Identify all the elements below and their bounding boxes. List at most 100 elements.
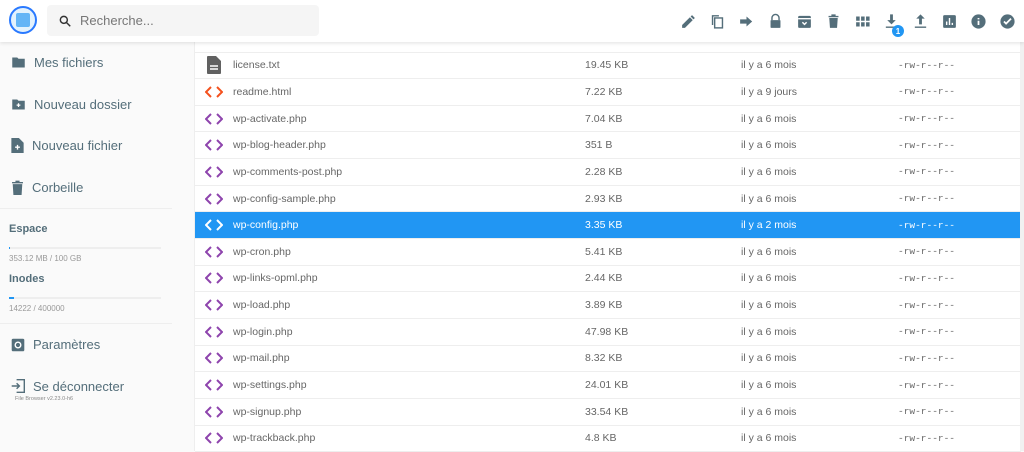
space-label: Espace xyxy=(9,223,48,235)
file-name: wp-mail.php xyxy=(233,352,290,365)
file-permissions: -rw-r--r-- xyxy=(898,59,956,71)
file-size: 7.04 KB xyxy=(585,112,623,125)
file-row[interactable]: wp-settings.php 24.01 KB il y a 6 mois -rw-… xyxy=(195,372,1021,399)
search-input[interactable]: Recherche... xyxy=(47,5,319,36)
file-size: 8.32 KB xyxy=(585,352,623,365)
file-size: 4.8 KB xyxy=(585,432,617,445)
file-row[interactable]: wp-comments-post.php 2.28 KB il y a 6 mois… xyxy=(195,159,1021,186)
file-date: il y a 6 mois xyxy=(741,112,797,125)
search-placeholder: Recherche... xyxy=(80,13,154,28)
file-row[interactable]: wp-trackback.php 4.8 KB il y a 6 mois -rw-r… xyxy=(195,426,1021,452)
file-row[interactable]: wp-mail.php 8.32 KB il y a 6 mois -rw-r--r-… xyxy=(195,346,1021,373)
logo-icon[interactable] xyxy=(9,6,37,34)
new-file-icon xyxy=(11,138,24,154)
grid-view-icon xyxy=(856,16,870,26)
file-row[interactable]: wp-cron.php 5.41 KB il y a 6 mois -rw-r--r-… xyxy=(195,239,1021,266)
code-file-icon xyxy=(205,326,223,338)
file-name: wp-comments-post.php xyxy=(233,165,343,178)
quota: Espace 353.12 MB / 100 GB Inodes 14222 /… xyxy=(0,209,194,313)
code-file-icon xyxy=(205,246,223,258)
code-file-icon xyxy=(205,166,223,178)
file-name: wp-login.php xyxy=(233,325,293,338)
file-permissions: -rw-r--r-- xyxy=(898,299,956,311)
file-name: wp-activate.php xyxy=(233,112,307,125)
file-date: il y a 6 mois xyxy=(741,299,797,312)
copy-button[interactable] xyxy=(703,9,732,33)
lock-button[interactable] xyxy=(761,9,790,33)
delete-button[interactable] xyxy=(819,9,848,33)
file-date: il y a 6 mois xyxy=(741,325,797,338)
download-button[interactable]: 1 xyxy=(877,9,906,37)
file-date: il y a 9 jours xyxy=(741,85,798,98)
archive-button[interactable] xyxy=(790,9,819,33)
sidebar-item-label: Nouveau dossier xyxy=(34,96,132,112)
file-name: license.txt xyxy=(233,59,280,72)
select-button[interactable] xyxy=(993,9,1022,33)
file-row[interactable]: wp-signup.php 33.54 KB il y a 6 mois -rw-r-… xyxy=(195,399,1021,426)
info-chart-button[interactable] xyxy=(935,9,964,33)
sidebar-item-label: Se déconnecter xyxy=(33,378,125,394)
file-permissions: -rw-r--r-- xyxy=(898,139,956,151)
file-permissions: -rw-r--r-- xyxy=(898,326,956,338)
file-row[interactable]: wp-load.php 3.89 KB il y a 6 mois -rw-r--r-… xyxy=(195,292,1021,319)
lock-icon xyxy=(770,13,781,28)
sidebar-item-settings[interactable]: Paramètres xyxy=(0,324,194,366)
file-size: 3.35 KB xyxy=(585,219,623,232)
grid-view-button[interactable] xyxy=(848,9,877,33)
move-icon xyxy=(740,16,753,26)
file-permissions: -rw-r--r-- xyxy=(898,166,956,178)
file-row[interactable]: wp-config.php 3.35 KB il y a 2 mois -rw-r--… xyxy=(195,212,1021,239)
file-name: wp-blog-header.php xyxy=(233,139,326,152)
settings-icon xyxy=(11,338,25,352)
header: Recherche... 1 xyxy=(0,0,1024,42)
file-name: wp-signup.php xyxy=(233,405,302,418)
file-size: 2.28 KB xyxy=(585,165,623,178)
inodes-progress xyxy=(9,297,161,299)
sidebar-item-new-file[interactable]: Nouveau fichier xyxy=(0,125,194,167)
file-date: il y a 6 mois xyxy=(741,192,797,205)
code-file-icon xyxy=(205,352,223,365)
file-permissions: -rw-r--r-- xyxy=(898,86,956,98)
download-badge: 1 xyxy=(892,25,904,37)
inodes-text: 14222 / 400000 xyxy=(9,304,65,313)
sidebar-item-label: Corbeille xyxy=(32,179,84,195)
file-size: 2.93 KB xyxy=(585,192,623,205)
file-size: 24.01 KB xyxy=(585,379,629,392)
sidebar-item-my-files[interactable]: Mes fichiers xyxy=(0,42,194,84)
sidebar-item-new-folder[interactable]: Nouveau dossier xyxy=(0,84,194,126)
code-file-icon xyxy=(205,112,223,125)
file-date: il y a 6 mois xyxy=(741,272,797,285)
file-size: 2.44 KB xyxy=(585,272,623,285)
sidebar-item-label: Nouveau fichier xyxy=(32,138,123,154)
file-row[interactable]: wp-login.php 47.98 KB il y a 6 mois -rw-r--… xyxy=(195,319,1021,346)
version-text: File Browser v2.23.0-h6 xyxy=(15,396,74,402)
delete-icon xyxy=(828,13,839,28)
space-progress xyxy=(9,247,161,249)
archive-icon xyxy=(798,15,811,28)
file-row[interactable]: wp-links-opml.php 2.44 KB il y a 6 mois -rw… xyxy=(195,266,1021,293)
file-date: il y a 6 mois xyxy=(741,379,797,392)
info-icon xyxy=(971,13,986,29)
move-button[interactable] xyxy=(732,9,761,33)
file-row[interactable]: wp-config-sample.php 2.93 KB il y a 6 mois… xyxy=(195,186,1021,213)
info-button[interactable] xyxy=(964,9,993,33)
file-row[interactable]: readme.html 7.22 KB il y a 9 jours -rw-r--r… xyxy=(195,79,1021,106)
scrollbar[interactable] xyxy=(1020,42,1024,451)
file-row[interactable]: wp-activate.php 7.04 KB il y a 6 mois -rw-r… xyxy=(195,106,1021,133)
text-file-icon xyxy=(207,56,221,75)
file-size: 33.54 KB xyxy=(585,405,629,418)
edit-button[interactable] xyxy=(674,9,703,33)
code-file-icon xyxy=(205,272,223,285)
logout-icon xyxy=(11,379,25,394)
upload-button[interactable] xyxy=(906,9,935,33)
new-folder-icon xyxy=(12,99,25,110)
file-name: wp-trackback.php xyxy=(233,432,316,445)
file-row[interactable]: wp-blog-header.php 351 B il y a 6 mois -rw-… xyxy=(195,132,1021,160)
code-file-icon xyxy=(205,86,223,98)
sidebar: Mes fichiers Nouveau dossier Nouveau fic… xyxy=(0,42,194,451)
file-row[interactable]: license.txt 19.45 KB il y a 6 mois -rw-r--r… xyxy=(195,53,1021,80)
sidebar-item-trash[interactable]: Corbeille xyxy=(0,167,194,209)
file-date: il y a 6 mois xyxy=(741,405,797,418)
file-name: wp-links-opml.php xyxy=(233,272,318,285)
file-permissions: -rw-r--r-- xyxy=(898,352,956,364)
